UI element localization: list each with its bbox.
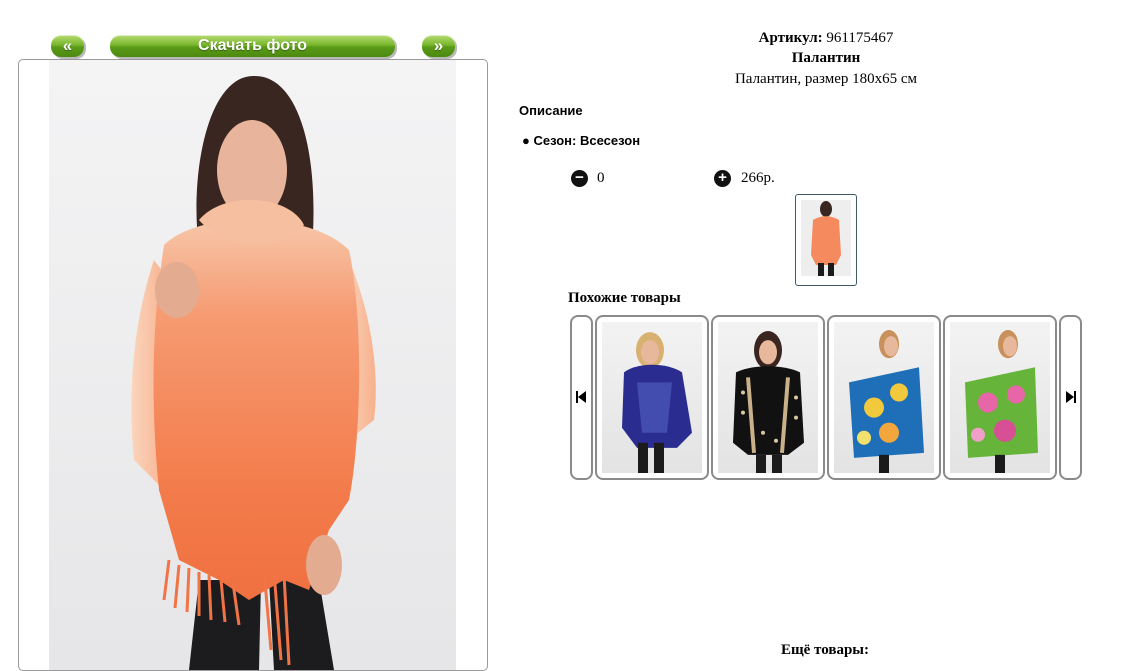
article-label: Артикул:	[758, 30, 823, 46]
description-heading: Описание	[519, 103, 583, 118]
thumbnail-image	[801, 200, 851, 276]
download-photo-button[interactable]: Скачать фото	[110, 35, 395, 57]
main-product-photo[interactable]	[49, 60, 456, 670]
similar-product-card-1[interactable]	[595, 315, 709, 480]
similar-product-card-2[interactable]	[711, 315, 825, 480]
prev-photo-button[interactable]: «	[51, 35, 84, 57]
price-value: 266р.	[741, 170, 775, 186]
article-line: Артикул: 961175467	[640, 30, 1012, 47]
plus-circle-icon[interactable]: +	[714, 170, 731, 187]
similar-product-image-3	[849, 330, 924, 473]
main-photo-frame	[18, 59, 488, 671]
product-thumbnail[interactable]	[795, 194, 857, 286]
skip-first-icon	[576, 391, 586, 403]
more-products-title: Ещё товары:	[780, 642, 870, 658]
model-in-coral-scarf-illustration	[131, 75, 376, 670]
similar-product-image-1	[622, 332, 692, 473]
quantity-value: 0	[597, 170, 605, 186]
next-photo-button[interactable]: »	[422, 35, 455, 57]
similar-product-card-3[interactable]	[827, 315, 941, 480]
carousel-next-button[interactable]	[1059, 315, 1082, 480]
carousel-prev-button[interactable]	[570, 315, 593, 480]
similar-product-image-4	[965, 330, 1038, 473]
season-list-item: ● Сезон: Всесезон	[522, 133, 640, 148]
product-subtitle: Палантин, размер 180х65 см	[734, 71, 918, 87]
similar-products-title: Похожие товары	[568, 290, 681, 306]
product-name: Палантин	[791, 50, 861, 66]
similar-product-card-4[interactable]	[943, 315, 1057, 480]
season-text: Сезон: Всесезон	[533, 133, 641, 148]
skip-last-icon	[1066, 391, 1076, 403]
similar-product-image-2	[733, 331, 804, 473]
article-value: 961175467	[826, 30, 894, 46]
minus-circle-icon[interactable]: −	[571, 170, 588, 187]
bullet-icon: ●	[522, 133, 530, 148]
